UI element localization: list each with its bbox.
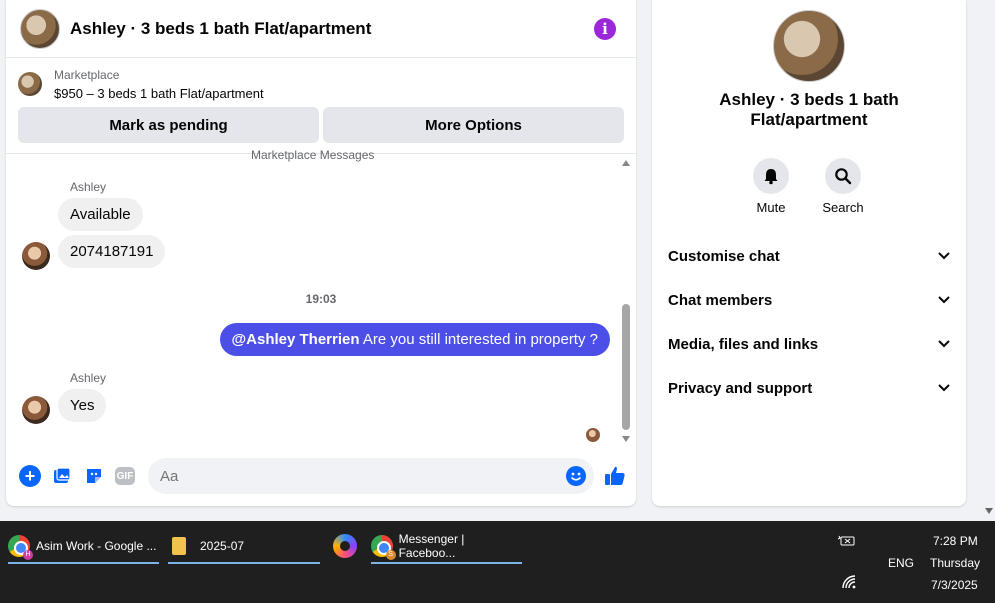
mark-as-pending-button[interactable]: Mark as pending <box>18 107 319 143</box>
bell-icon[interactable] <box>753 158 789 194</box>
sender-name: Ashley <box>70 371 107 385</box>
profile-badge: S <box>385 550 396 560</box>
section-media-files-links[interactable]: Media, files and links <box>668 332 950 356</box>
message-bubble[interactable]: Available <box>58 198 143 231</box>
taskbar-copilot[interactable] <box>333 529 359 563</box>
sender-avatar[interactable] <box>22 242 50 270</box>
chrome-icon: S <box>371 535 396 560</box>
taskbar-chrome-work[interactable]: H Asim Work - Google ... <box>8 529 159 564</box>
taskbar-folder[interactable]: 2025-07 <box>168 529 320 564</box>
profile-name: Ashley · 3 beds 1 bath Flat/apartment <box>719 90 899 129</box>
marketplace-block: Marketplace $950 – 3 beds 1 bath Flat/ap… <box>6 58 636 154</box>
chat-title[interactable]: Ashley · 3 beds 1 bath Flat/apartment <box>70 19 594 39</box>
section-label: Chat members <box>668 291 773 309</box>
sender-avatar[interactable] <box>22 396 50 424</box>
info-icon[interactable]: i <box>594 17 616 40</box>
clock-day[interactable]: Thursday <box>930 556 980 570</box>
section-label: Privacy and support <box>668 379 813 397</box>
profile-badge: H <box>23 550 33 560</box>
copilot-icon <box>333 534 357 558</box>
sender-name: Ashley <box>70 180 107 194</box>
sticker-icon[interactable] <box>83 465 105 487</box>
emoji-icon[interactable] <box>566 466 586 486</box>
task-label: 2025-07 <box>200 539 245 553</box>
gif-icon[interactable]: GIF <box>115 467 135 485</box>
photo-icon[interactable] <box>51 465 73 487</box>
taskbar-chrome-messenger[interactable]: S Messenger | Faceboo... <box>371 529 522 564</box>
mute-label: Mute <box>756 200 786 215</box>
composer: + GIF <box>6 456 636 496</box>
listing-title[interactable]: $950 – 3 beds 1 bath Flat/apartment <box>54 86 264 101</box>
chat-scrollbar[interactable] <box>622 160 630 442</box>
clock-time[interactable]: 7:28 PM <box>933 534 978 548</box>
scroll-down-arrow[interactable] <box>622 436 630 442</box>
mention[interactable]: @Ashley Therrien <box>232 331 360 348</box>
mute-action[interactable]: Mute <box>741 158 801 215</box>
search-icon[interactable] <box>825 158 861 194</box>
chat-header: Ashley · 3 beds 1 bath Flat/apartment i <box>6 0 636 58</box>
section-label: Media, files and links <box>668 335 819 353</box>
page-scroll-down-arrow[interactable] <box>985 508 993 514</box>
taskbar: H Asim Work - Google ... 2025-07 S Messe… <box>0 521 995 603</box>
more-options-button[interactable]: More Options <box>323 107 624 143</box>
chat-panel: Ashley · 3 beds 1 bath Flat/apartment i … <box>6 0 636 506</box>
marketplace-label: Marketplace <box>54 68 120 82</box>
section-chat-members[interactable]: Chat members <box>668 288 950 312</box>
chevron-down-icon <box>938 296 950 304</box>
folder-icon <box>172 537 186 555</box>
chevron-down-icon <box>938 252 950 260</box>
chat-avatar[interactable] <box>20 8 60 49</box>
cut-off-label: Marketplace Messages <box>251 148 375 162</box>
message-input[interactable] <box>160 467 566 485</box>
timestamp: 19:03 <box>305 292 337 306</box>
chrome-icon: H <box>8 535 33 560</box>
scroll-thumb[interactable] <box>622 304 630 430</box>
section-label: Customise chat <box>668 247 780 265</box>
wifi-icon[interactable] <box>842 575 856 589</box>
message-list: Marketplace Messages Ashley Available 20… <box>6 148 636 448</box>
chevron-down-icon <box>938 340 950 348</box>
message-bubble[interactable]: Yes <box>58 389 107 422</box>
outgoing-message-bubble[interactable]: @Ashley Therrien Are you still intereste… <box>219 323 610 356</box>
plus-icon[interactable]: + <box>19 465 41 487</box>
search-label: Search <box>822 200 864 215</box>
chat-info-panel: Ashley · 3 beds 1 bath Flat/apartment Mu… <box>652 0 966 506</box>
listing-thumbnail[interactable] <box>18 72 42 96</box>
search-action[interactable]: Search <box>813 158 873 215</box>
task-label: Messenger | Faceboo... <box>398 532 465 560</box>
task-label: Asim Work - Google ... <box>36 539 157 553</box>
clock-date[interactable]: 7/3/2025 <box>931 578 978 592</box>
seen-indicator-avatar <box>586 428 600 442</box>
message-text: Are you still interested in property ? <box>359 331 598 348</box>
battery-icon[interactable] <box>838 535 856 547</box>
message-input-wrapper <box>148 458 594 494</box>
message-bubble[interactable]: 2074187191 <box>58 235 166 268</box>
scroll-up-arrow[interactable] <box>622 160 630 166</box>
profile-avatar[interactable] <box>773 10 845 82</box>
thumbs-up-icon[interactable] <box>604 465 626 487</box>
language-indicator[interactable]: ENG <box>888 556 914 570</box>
section-privacy-support[interactable]: Privacy and support <box>668 376 950 400</box>
chevron-down-icon <box>938 384 950 392</box>
section-customise-chat[interactable]: Customise chat <box>668 244 950 268</box>
